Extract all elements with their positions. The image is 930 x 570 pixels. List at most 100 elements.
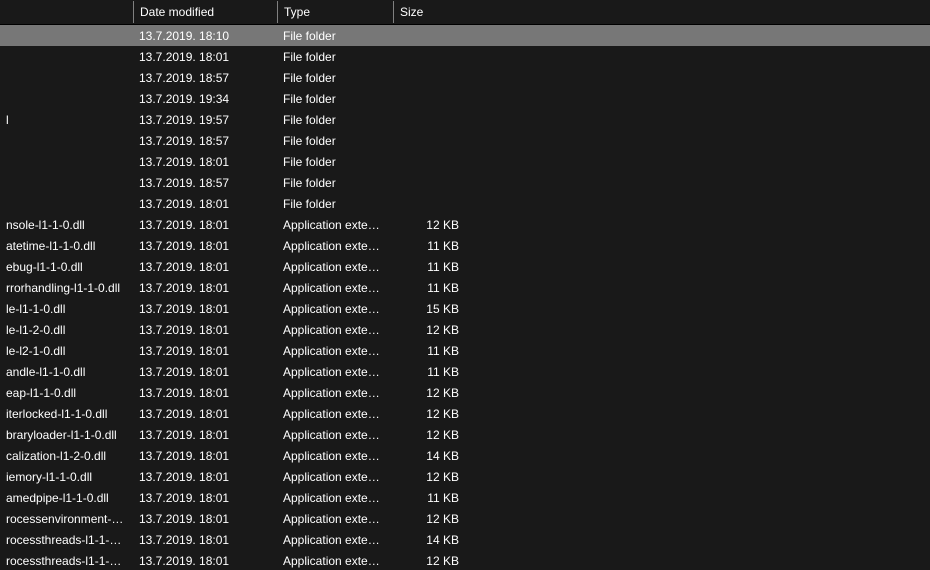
column-header-date[interactable]: Date modified [133,1,277,23]
file-size-cell: 14 KB [393,531,471,549]
file-name-cell [0,97,133,101]
file-type-cell: Application exten… [277,342,393,360]
file-name-cell: nsole-l1-1-0.dll [0,216,133,234]
file-name-cell: amedpipe-l1-1-0.dll [0,489,133,507]
table-row[interactable]: 13.7.2019. 18:10File folder [0,25,930,46]
file-date-cell: 13.7.2019. 18:01 [133,321,277,339]
table-row[interactable]: 13.7.2019. 18:57File folder [0,172,930,193]
table-row[interactable]: rocessthreads-l1-1-0.dll13.7.2019. 18:01… [0,529,930,550]
table-row[interactable]: rrorhandling-l1-1-0.dll13.7.2019. 18:01A… [0,277,930,298]
file-type-cell: Application exten… [277,237,393,255]
file-date-cell: 13.7.2019. 18:57 [133,69,277,87]
file-type-cell: File folder [277,153,393,171]
file-type-cell: Application exten… [277,279,393,297]
file-size-cell: 11 KB [393,237,471,255]
table-row[interactable]: 13.7.2019. 19:34File folder [0,88,930,109]
table-row[interactable]: atetime-l1-1-0.dll13.7.2019. 18:01Applic… [0,235,930,256]
file-name-cell: ebug-l1-1-0.dll [0,258,133,276]
file-type-cell: File folder [277,27,393,45]
table-row[interactable]: l13.7.2019. 19:57File folder [0,109,930,130]
file-date-cell: 13.7.2019. 18:01 [133,153,277,171]
column-header-type[interactable]: Type [277,1,393,23]
file-size-cell [393,76,471,80]
file-size-cell: 15 KB [393,300,471,318]
table-row[interactable]: 13.7.2019. 18:01File folder [0,193,930,214]
table-row[interactable]: iemory-l1-1-0.dll13.7.2019. 18:01Applica… [0,466,930,487]
file-size-cell: 12 KB [393,468,471,486]
table-row[interactable]: rocessenvironment-l1…13.7.2019. 18:01App… [0,508,930,529]
file-name-cell: calization-l1-2-0.dll [0,447,133,465]
file-size-cell: 12 KB [393,426,471,444]
file-size-cell: 11 KB [393,489,471,507]
file-date-cell: 13.7.2019. 18:01 [133,384,277,402]
file-name-cell: rocessenvironment-l1… [0,510,133,528]
table-row[interactable]: eap-l1-1-0.dll13.7.2019. 18:01Applicatio… [0,382,930,403]
file-size-cell: 12 KB [393,552,471,570]
file-type-cell: Application exten… [277,321,393,339]
file-date-cell: 13.7.2019. 18:57 [133,174,277,192]
file-type-cell: Application exten… [277,405,393,423]
file-name-cell: rocessthreads-l1-1-0.dll [0,531,133,549]
file-name-cell: braryloader-l1-1-0.dll [0,426,133,444]
file-size-cell: 12 KB [393,510,471,528]
file-type-cell: File folder [277,195,393,213]
file-name-cell: iemory-l1-1-0.dll [0,468,133,486]
table-row[interactable]: nsole-l1-1-0.dll13.7.2019. 18:01Applicat… [0,214,930,235]
table-row[interactable]: 13.7.2019. 18:57File folder [0,130,930,151]
file-size-cell [393,202,471,206]
file-date-cell: 13.7.2019. 18:01 [133,552,277,570]
file-date-cell: 13.7.2019. 19:34 [133,90,277,108]
file-size-cell: 11 KB [393,342,471,360]
file-name-cell: rrorhandling-l1-1-0.dll [0,279,133,297]
table-row[interactable]: le-l1-1-0.dll13.7.2019. 18:01Application… [0,298,930,319]
file-type-cell: Application exten… [277,426,393,444]
table-row[interactable]: le-l1-2-0.dll13.7.2019. 18:01Application… [0,319,930,340]
file-size-cell: 12 KB [393,216,471,234]
table-row[interactable]: amedpipe-l1-1-0.dll13.7.2019. 18:01Appli… [0,487,930,508]
file-size-cell [393,55,471,59]
file-size-cell: 12 KB [393,384,471,402]
column-header-name[interactable] [0,8,133,16]
file-name-cell: atetime-l1-1-0.dll [0,237,133,255]
table-row[interactable]: iterlocked-l1-1-0.dll13.7.2019. 18:01App… [0,403,930,424]
file-type-cell: File folder [277,69,393,87]
file-size-cell: 11 KB [393,363,471,381]
file-size-cell [393,181,471,185]
table-row[interactable]: 13.7.2019. 18:01File folder [0,46,930,67]
table-row[interactable]: andle-l1-1-0.dll13.7.2019. 18:01Applicat… [0,361,930,382]
file-size-cell [393,160,471,164]
file-name-cell [0,34,133,38]
file-type-cell: Application exten… [277,384,393,402]
table-row[interactable]: rocessthreads-l1-1-1.dll13.7.2019. 18:01… [0,550,930,570]
file-name-cell [0,160,133,164]
rows-container: 13.7.2019. 18:10File folder13.7.2019. 18… [0,25,930,570]
table-row[interactable]: 13.7.2019. 18:57File folder [0,67,930,88]
column-header-row: Date modified Type Size [0,0,930,25]
file-date-cell: 13.7.2019. 18:01 [133,510,277,528]
file-name-cell: andle-l1-1-0.dll [0,363,133,381]
file-name-cell [0,139,133,143]
file-date-cell: 13.7.2019. 18:01 [133,216,277,234]
table-row[interactable]: braryloader-l1-1-0.dll13.7.2019. 18:01Ap… [0,424,930,445]
file-date-cell: 13.7.2019. 18:01 [133,405,277,423]
file-size-cell [393,118,471,122]
file-type-cell: Application exten… [277,363,393,381]
table-row[interactable]: le-l2-1-0.dll13.7.2019. 18:01Application… [0,340,930,361]
file-type-cell: Application exten… [277,510,393,528]
file-date-cell: 13.7.2019. 18:57 [133,132,277,150]
file-date-cell: 13.7.2019. 18:01 [133,489,277,507]
file-date-cell: 13.7.2019. 18:10 [133,27,277,45]
file-date-cell: 13.7.2019. 18:01 [133,258,277,276]
table-row[interactable]: calization-l1-2-0.dll13.7.2019. 18:01App… [0,445,930,466]
file-type-cell: File folder [277,132,393,150]
column-header-size[interactable]: Size [393,1,471,23]
file-size-cell: 12 KB [393,405,471,423]
file-date-cell: 13.7.2019. 19:57 [133,111,277,129]
file-name-cell: le-l1-2-0.dll [0,321,133,339]
table-row[interactable]: ebug-l1-1-0.dll13.7.2019. 18:01Applicati… [0,256,930,277]
file-name-cell: le-l2-1-0.dll [0,342,133,360]
file-size-cell [393,34,471,38]
file-type-cell: Application exten… [277,468,393,486]
table-row[interactable]: 13.7.2019. 18:01File folder [0,151,930,172]
file-name-cell: iterlocked-l1-1-0.dll [0,405,133,423]
